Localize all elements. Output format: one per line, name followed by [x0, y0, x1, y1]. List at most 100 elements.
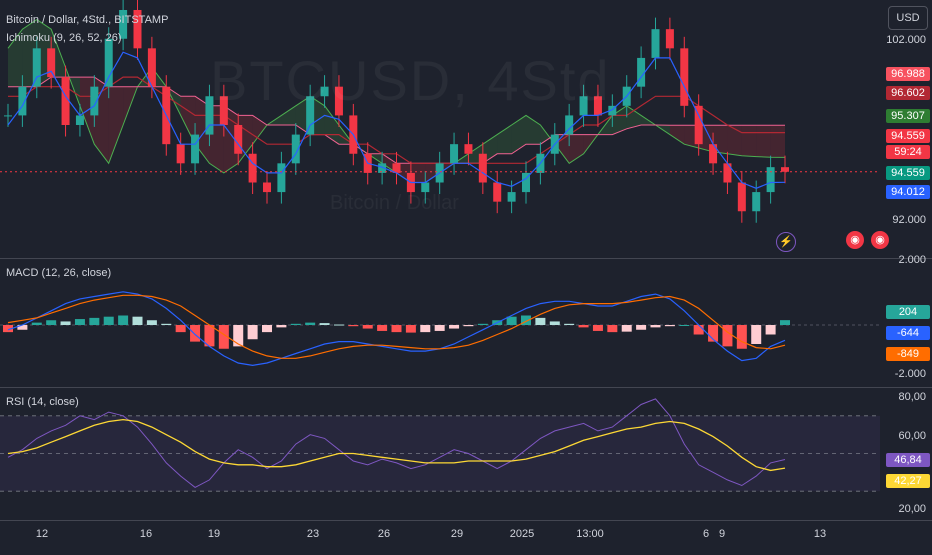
macd-histogram-bar — [118, 315, 129, 325]
macd-histogram-bar — [434, 325, 445, 331]
rsi-tick: 80,00 — [898, 391, 926, 403]
macd-histogram-bar — [247, 325, 258, 340]
time-tick: 6 — [702, 528, 710, 540]
macd-histogram-bar — [564, 323, 575, 325]
price-value-tag: 94.559 — [886, 129, 930, 143]
macd-tick: -2.000 — [894, 368, 926, 380]
rsi-legend[interactable]: RSI (14, close) — [6, 396, 79, 408]
macd-histogram-bar — [592, 325, 603, 331]
price-value-tag: 95.307 — [886, 109, 930, 123]
macd-histogram-bar — [506, 316, 517, 325]
candle-body — [421, 182, 430, 193]
candle-body — [4, 115, 12, 117]
macd-histogram-bar — [477, 323, 488, 325]
macd-histogram-bar — [190, 325, 201, 342]
pane-divider[interactable] — [0, 387, 932, 388]
macd-value-tag: -644 — [886, 326, 930, 340]
macd-histogram-bar — [276, 325, 287, 328]
macd-histogram-bar — [46, 320, 57, 325]
ichimoku-cloud — [108, 86, 124, 164]
pane-divider[interactable] — [0, 258, 932, 259]
candle-body — [450, 144, 459, 164]
currency-button[interactable]: USD — [888, 6, 928, 30]
macd-histogram-bar — [348, 325, 359, 327]
us-flag-event-icon[interactable]: ◉ — [871, 231, 889, 249]
price-value-tag: 59:24 — [886, 145, 930, 159]
candle-body — [680, 48, 689, 106]
macd-histogram-bar — [377, 325, 388, 331]
rsi-tick: 20,00 — [898, 503, 926, 515]
macd-histogram-bar — [60, 321, 71, 325]
symbol-title[interactable]: Bitcoin / Dollar, 4Std., BITSTAMP — [6, 14, 168, 26]
candle-body — [234, 125, 243, 154]
price-value-tag: 94.559 — [886, 166, 930, 180]
candle-body — [766, 167, 775, 193]
candle-body — [75, 115, 84, 125]
macd-histogram-bar — [175, 325, 186, 333]
time-tick: 29 — [450, 528, 464, 540]
macd-value-tag: 204 — [886, 305, 930, 319]
macd-histogram-bar — [420, 325, 431, 333]
macd-histogram-bar — [333, 324, 344, 326]
time-tick: 9 — [718, 528, 726, 540]
lightning-icon[interactable]: ⚡ — [776, 232, 796, 252]
candle-body — [32, 48, 41, 87]
ichimoku-cloud — [669, 125, 685, 145]
time-tick: 13:00 — [576, 528, 604, 540]
macd-histogram-bar — [74, 319, 85, 325]
macd-value-tag: -849 — [886, 347, 930, 361]
rsi-value-tag: 46,84 — [886, 453, 930, 467]
candle-body — [651, 29, 660, 58]
macd-histogram-bar — [780, 320, 790, 325]
us-flag-event-icon[interactable]: ◉ — [846, 231, 864, 249]
macd-histogram-bar — [362, 325, 373, 329]
macd-histogram-bar — [621, 325, 632, 332]
macd-histogram-bar — [751, 325, 762, 344]
ichimoku-cloud — [770, 125, 785, 158]
candle-body — [277, 163, 286, 193]
symbol-watermark-sub: Bitcoin / Dollar — [330, 192, 459, 214]
time-tick: 26 — [377, 528, 391, 540]
macd-histogram-bar — [146, 320, 157, 325]
macd-histogram-bar — [103, 316, 114, 325]
price-value-tag: 96.602 — [886, 86, 930, 100]
macd-histogram-bar — [664, 325, 675, 327]
candle-body — [694, 105, 703, 145]
candle-body — [248, 153, 257, 183]
macd-legend[interactable]: MACD (12, 26, close) — [6, 267, 111, 279]
macd-histogram-bar — [31, 322, 42, 325]
macd-histogram-bar — [693, 325, 704, 335]
ichimoku-cloud — [511, 115, 526, 154]
price-tick: 102.000 — [886, 34, 926, 46]
macd-histogram-bar — [765, 325, 776, 335]
time-tick: 2025 — [509, 528, 535, 540]
price-value-tag: 94.012 — [886, 185, 930, 199]
macd-histogram-bar — [161, 323, 172, 325]
macd-histogram-bar — [319, 323, 330, 325]
macd-histogram-bar — [262, 325, 272, 333]
ichimoku-cloud — [741, 125, 757, 157]
macd-histogram-bar — [305, 322, 316, 325]
time-tick: 13 — [813, 528, 827, 540]
macd-histogram-bar — [607, 325, 618, 333]
candle-body — [104, 38, 113, 87]
candle-body — [781, 167, 789, 172]
time-tick: 19 — [207, 528, 221, 540]
candle-body — [464, 144, 473, 154]
macd-histogram-bar — [722, 325, 733, 347]
candle-body — [263, 182, 271, 193]
price-tick: 92.000 — [892, 214, 926, 226]
price-value-tag: 96.988 — [886, 67, 930, 81]
ichimoku-legend[interactable]: Ichimoku (9, 26, 52, 26) — [6, 32, 122, 44]
rsi-value-tag: 42,27 — [886, 474, 930, 488]
candle-body — [61, 77, 70, 125]
macd-tick: 2.000 — [898, 254, 926, 266]
macd-histogram-bar — [578, 325, 589, 328]
macd-histogram-bar — [132, 316, 143, 325]
rsi-tick: 60,00 — [898, 430, 926, 442]
macd-histogram-bar — [89, 317, 100, 325]
time-tick: 12 — [35, 528, 49, 540]
chart-area[interactable]: BTCUSD, 4Std Bitcoin / Dollar Bitcoin / … — [0, 0, 932, 550]
macd-histogram-bar — [679, 325, 690, 326]
macd-histogram-bar — [650, 325, 661, 328]
